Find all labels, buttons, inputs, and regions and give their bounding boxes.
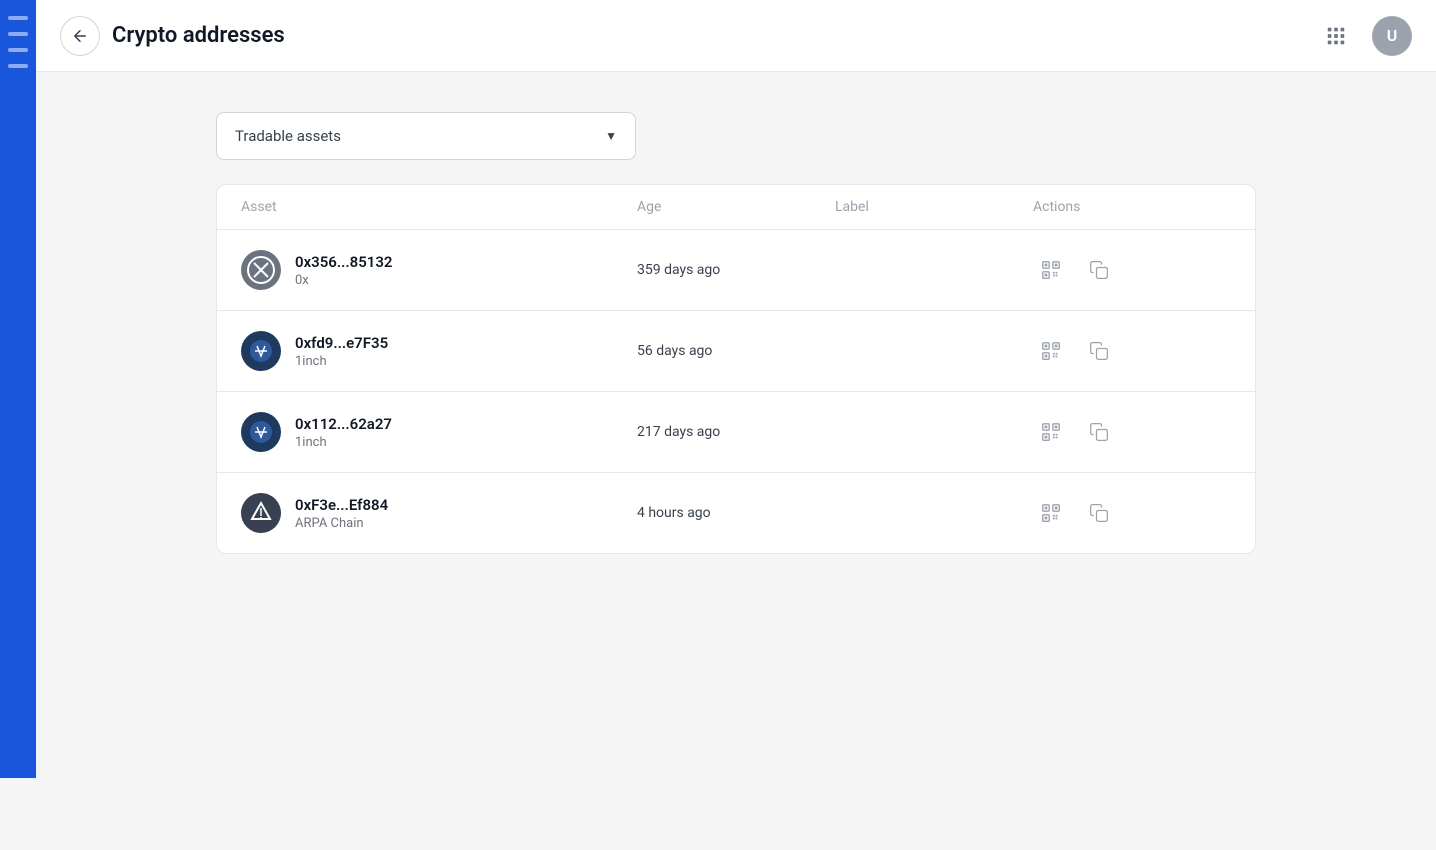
column-header-age: Age <box>637 199 835 215</box>
address-2: 0xfd9...e7F35 <box>295 334 388 352</box>
table-row: 0xF3e...Ef884 ARPA Chain 4 hours ago <box>217 473 1255 553</box>
header-left: Crypto addresses <box>60 16 285 56</box>
token-name-2: 1inch <box>295 354 388 369</box>
back-button[interactable] <box>60 16 100 56</box>
address-3: 0x112...62a27 <box>295 415 392 433</box>
token-name-1: 0x <box>295 273 393 288</box>
qr-code-button-1[interactable] <box>1033 252 1069 288</box>
token-name-3: 1inch <box>295 435 392 450</box>
address-1: 0x356...85132 <box>295 253 393 271</box>
token-icon-2 <box>241 331 281 371</box>
token-icon-4 <box>241 493 281 533</box>
actions-cell-1 <box>1033 252 1231 288</box>
header-right: U <box>1316 16 1412 56</box>
token-icon-3 <box>241 412 281 452</box>
header: Crypto addresses U <box>36 0 1436 72</box>
actions-cell-2 <box>1033 333 1231 369</box>
copy-button-1[interactable] <box>1081 252 1117 288</box>
grid-menu-button[interactable] <box>1316 16 1356 56</box>
filter-container: Tradable assets ▼ <box>216 112 1256 160</box>
table-row: 0xfd9...e7F35 1inch 56 days ago <box>217 311 1255 392</box>
asset-info-4: 0xF3e...Ef884 ARPA Chain <box>295 496 388 531</box>
age-cell-4: 4 hours ago <box>637 505 835 521</box>
copy-button-4[interactable] <box>1081 495 1117 531</box>
column-header-actions: Actions <box>1033 199 1231 215</box>
token-icon-1 <box>241 250 281 290</box>
chevron-down-icon: ▼ <box>605 129 617 143</box>
address-4: 0xF3e...Ef884 <box>295 496 388 514</box>
asset-info-2: 0xfd9...e7F35 1inch <box>295 334 388 369</box>
column-header-asset: Asset <box>241 199 637 215</box>
addresses-table: Asset Age Label Actions 0x356...85132 <box>216 184 1256 554</box>
column-header-label: Label <box>835 199 1033 215</box>
sidebar-indicator-1 <box>8 16 28 20</box>
sidebar-indicator-4 <box>8 64 28 68</box>
table-row: 0x112...62a27 1inch 217 days ago <box>217 392 1255 473</box>
main-content: Tradable assets ▼ Asset Age Label Action… <box>36 72 1436 594</box>
age-cell-3: 217 days ago <box>637 424 835 440</box>
asset-cell-3: 0x112...62a27 1inch <box>241 412 637 452</box>
sidebar-indicator-2 <box>8 32 28 36</box>
dropdown-label: Tradable assets <box>235 127 341 145</box>
asset-filter-dropdown[interactable]: Tradable assets ▼ <box>216 112 636 160</box>
qr-code-button-4[interactable] <box>1033 495 1069 531</box>
qr-code-button-2[interactable] <box>1033 333 1069 369</box>
asset-cell-4: 0xF3e...Ef884 ARPA Chain <box>241 493 637 533</box>
sidebar <box>0 0 36 778</box>
asset-cell-2: 0xfd9...e7F35 1inch <box>241 331 637 371</box>
table-row: 0x356...85132 0x 359 days ago <box>217 230 1255 311</box>
actions-cell-4 <box>1033 495 1231 531</box>
age-cell-2: 56 days ago <box>637 343 835 359</box>
actions-cell-3 <box>1033 414 1231 450</box>
copy-button-2[interactable] <box>1081 333 1117 369</box>
qr-code-button-3[interactable] <box>1033 414 1069 450</box>
asset-cell-1: 0x356...85132 0x <box>241 250 637 290</box>
avatar[interactable]: U <box>1372 16 1412 56</box>
asset-info-1: 0x356...85132 0x <box>295 253 393 288</box>
age-cell-1: 359 days ago <box>637 262 835 278</box>
page-title: Crypto addresses <box>112 23 285 48</box>
copy-button-3[interactable] <box>1081 414 1117 450</box>
table-header: Asset Age Label Actions <box>217 185 1255 230</box>
token-name-4: ARPA Chain <box>295 516 388 531</box>
sidebar-indicator-3 <box>8 48 28 52</box>
asset-info-3: 0x112...62a27 1inch <box>295 415 392 450</box>
